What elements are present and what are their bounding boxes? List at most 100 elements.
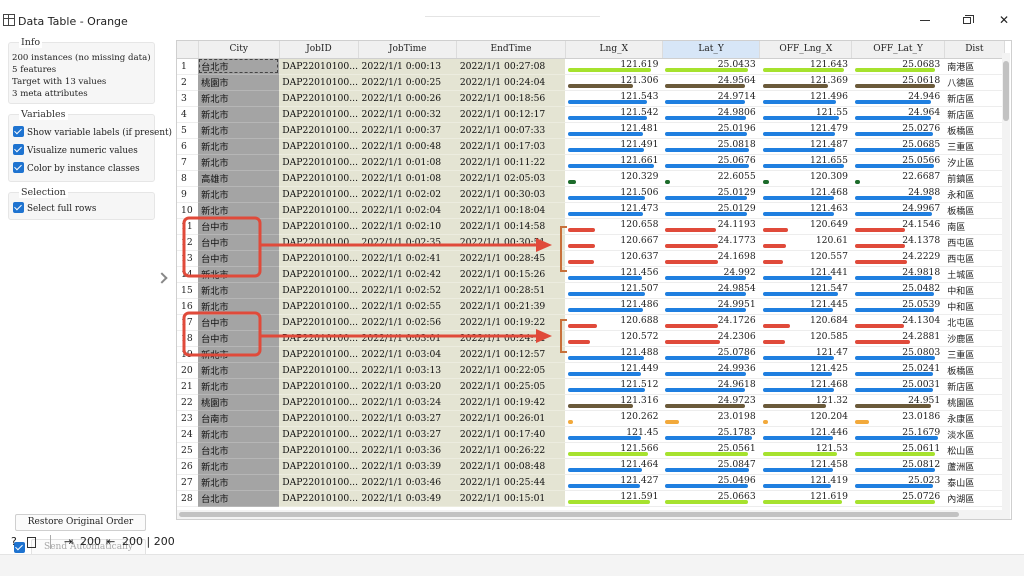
olat-cell[interactable]: 23.0186	[851, 410, 945, 427]
lng-cell[interactable]: 121.619	[565, 58, 663, 75]
restore-window-button[interactable]	[960, 13, 974, 27]
olat-cell[interactable]: 24.1546	[851, 218, 945, 235]
dist-cell[interactable]: 永和區	[944, 186, 1005, 203]
city-cell[interactable]: 新北市	[198, 266, 280, 283]
olat-cell[interactable]: 25.0482	[851, 282, 945, 299]
lng-cell[interactable]: 120.637	[565, 250, 663, 267]
olat-cell[interactable]: 25.0726	[851, 490, 945, 507]
olng-cell[interactable]: 121.547	[759, 282, 852, 299]
olat-cell[interactable]: 24.1304	[851, 314, 945, 331]
row-index[interactable]: 27	[177, 474, 199, 491]
jobtime-cell[interactable]: 2022/1/1 0:03:24	[358, 394, 457, 411]
city-cell[interactable]: 新北市	[198, 458, 280, 475]
table-row[interactable]: 6 新北市 DAP22010100... 2022/1/1 0:00:48 2022/1…	[177, 138, 1005, 155]
column-header[interactable]: OFF_Lng_X	[759, 41, 853, 59]
endtime-cell[interactable]: 2022/1/1 00:19:22	[456, 314, 566, 331]
table-row[interactable]: 16 新北市 DAP22010100... 2022/1/1 0:02:55 2022/…	[177, 298, 1005, 315]
lat-cell[interactable]: 24.1773	[662, 234, 760, 251]
jobid-cell[interactable]: DAP22010100...	[279, 442, 359, 459]
dist-cell[interactable]: 八德區	[944, 74, 1005, 91]
table-row[interactable]: 9 新北市 DAP22010100... 2022/1/1 0:02:02 2022/1…	[177, 186, 1005, 203]
dist-cell[interactable]: 沙鹿區	[944, 330, 1005, 347]
jobid-cell[interactable]: DAP22010100...	[279, 122, 359, 139]
city-cell[interactable]: 台中市	[198, 330, 280, 347]
city-cell[interactable]: 新北市	[198, 202, 280, 219]
olng-cell[interactable]: 121.446	[759, 426, 852, 443]
endtime-cell[interactable]: 2022/1/1 00:11:22	[456, 154, 566, 171]
dist-cell[interactable]: 淡水區	[944, 426, 1005, 443]
olat-cell[interactable]: 25.0241	[851, 362, 945, 379]
lat-cell[interactable]: 24.1726	[662, 314, 760, 331]
lat-cell[interactable]: 25.0676	[662, 154, 760, 171]
city-cell[interactable]: 新北市	[198, 346, 280, 363]
column-header[interactable]: Lng_X	[565, 41, 663, 59]
lng-cell[interactable]: 121.306	[565, 74, 663, 91]
lng-cell[interactable]: 121.543	[565, 90, 663, 107]
table-row[interactable]: 1 台北市 DAP22010100... 2022/1/1 0:00:13 2022/1…	[177, 58, 1005, 75]
jobtime-cell[interactable]: 2022/1/1 0:03:04	[358, 346, 457, 363]
lat-cell[interactable]: 24.2306	[662, 330, 760, 347]
olat-cell[interactable]: 24.9818	[851, 266, 945, 283]
table-row[interactable]: 21 新北市 DAP22010100... 2022/1/1 0:03:20 2022/…	[177, 378, 1005, 395]
jobtime-cell[interactable]: 2022/1/1 0:03:27	[358, 410, 457, 427]
dist-cell[interactable]: 北屯區	[944, 314, 1005, 331]
row-index[interactable]: 23	[177, 410, 199, 427]
lng-cell[interactable]: 121.427	[565, 474, 663, 491]
dist-cell[interactable]: 新店區	[944, 90, 1005, 107]
lat-cell[interactable]: 25.0129	[662, 202, 760, 219]
row-index[interactable]: 4	[177, 106, 199, 123]
dist-cell[interactable]: 南區	[944, 218, 1005, 235]
row-index[interactable]: 17	[177, 314, 199, 331]
city-cell[interactable]: 台中市	[198, 218, 280, 235]
table-row[interactable]: 10 新北市 DAP22010100... 2022/1/1 0:02:04 2022/…	[177, 202, 1005, 219]
endtime-cell[interactable]: 2022/1/1 00:19:42	[456, 394, 566, 411]
lng-cell[interactable]: 121.506	[565, 186, 663, 203]
select-full-rows-checkbox[interactable]: Select full rows	[13, 202, 96, 216]
row-index[interactable]: 19	[177, 346, 199, 363]
endtime-cell[interactable]: 2022/1/1 00:30:51	[456, 234, 566, 251]
jobid-cell[interactable]: DAP22010100...	[279, 170, 359, 187]
olng-cell[interactable]: 120.649	[759, 218, 852, 235]
lat-cell[interactable]: 24.9564	[662, 74, 760, 91]
jobtime-cell[interactable]: 2022/1/1 0:02:35	[358, 234, 457, 251]
table-row[interactable]: 23 台南市 DAP22010100... 2022/1/1 0:03:27 2022/…	[177, 410, 1005, 427]
olng-cell[interactable]: 121.425	[759, 362, 852, 379]
dist-cell[interactable]: 南港區	[944, 58, 1005, 75]
olng-cell[interactable]: 121.369	[759, 74, 852, 91]
table-row[interactable]: 15 新北市 DAP22010100... 2022/1/1 0:02:52 2022/…	[177, 282, 1005, 299]
olng-cell[interactable]: 121.458	[759, 458, 852, 475]
olat-cell[interactable]: 24.2881	[851, 330, 945, 347]
endtime-cell[interactable]: 2022/1/1 00:14:58	[456, 218, 566, 235]
dist-cell[interactable]: 板橋區	[944, 122, 1005, 139]
lng-cell[interactable]: 121.491	[565, 138, 663, 155]
dist-cell[interactable]: 西屯區	[944, 250, 1005, 267]
endtime-cell[interactable]: 2022/1/1 00:25:44	[456, 474, 566, 491]
row-index[interactable]: 2	[177, 74, 199, 91]
lng-cell[interactable]: 121.473	[565, 202, 663, 219]
collapse-panel-chevron-icon[interactable]	[157, 271, 167, 285]
jobid-cell[interactable]: DAP22010100...	[279, 282, 359, 299]
jobtime-cell[interactable]: 2022/1/1 0:02:56	[358, 314, 457, 331]
olat-cell[interactable]: 25.0031	[851, 378, 945, 395]
endtime-cell[interactable]: 2022/1/1 00:28:51	[456, 282, 566, 299]
color-by-class-checkbox[interactable]: Color by instance classes	[13, 162, 140, 176]
city-cell[interactable]: 台中市	[198, 314, 280, 331]
olat-cell[interactable]: 25.0276	[851, 122, 945, 139]
olng-cell[interactable]: 120.309	[759, 170, 852, 187]
olat-cell[interactable]: 24.951	[851, 394, 945, 411]
report-icon[interactable]	[27, 537, 36, 548]
lat-cell[interactable]: 25.0561	[662, 442, 760, 459]
olat-cell[interactable]: 24.946	[851, 90, 945, 107]
lat-cell[interactable]: 24.992	[662, 266, 760, 283]
city-cell[interactable]: 新北市	[198, 186, 280, 203]
column-header[interactable]: JobID	[279, 41, 360, 59]
data-table[interactable]: City JobID JobTime EndTime Lng_X Lat_Y O…	[176, 40, 1012, 520]
olat-cell[interactable]: 25.0611	[851, 442, 945, 459]
lat-cell[interactable]: 24.9723	[662, 394, 760, 411]
row-index[interactable]: 25	[177, 442, 199, 459]
dist-cell[interactable]: 桃園區	[944, 394, 1005, 411]
jobtime-cell[interactable]: 2022/1/1 0:03:39	[358, 458, 457, 475]
column-header[interactable]: EndTime	[456, 41, 566, 59]
dist-cell[interactable]: 泰山區	[944, 474, 1005, 491]
row-index[interactable]: 7	[177, 154, 199, 171]
